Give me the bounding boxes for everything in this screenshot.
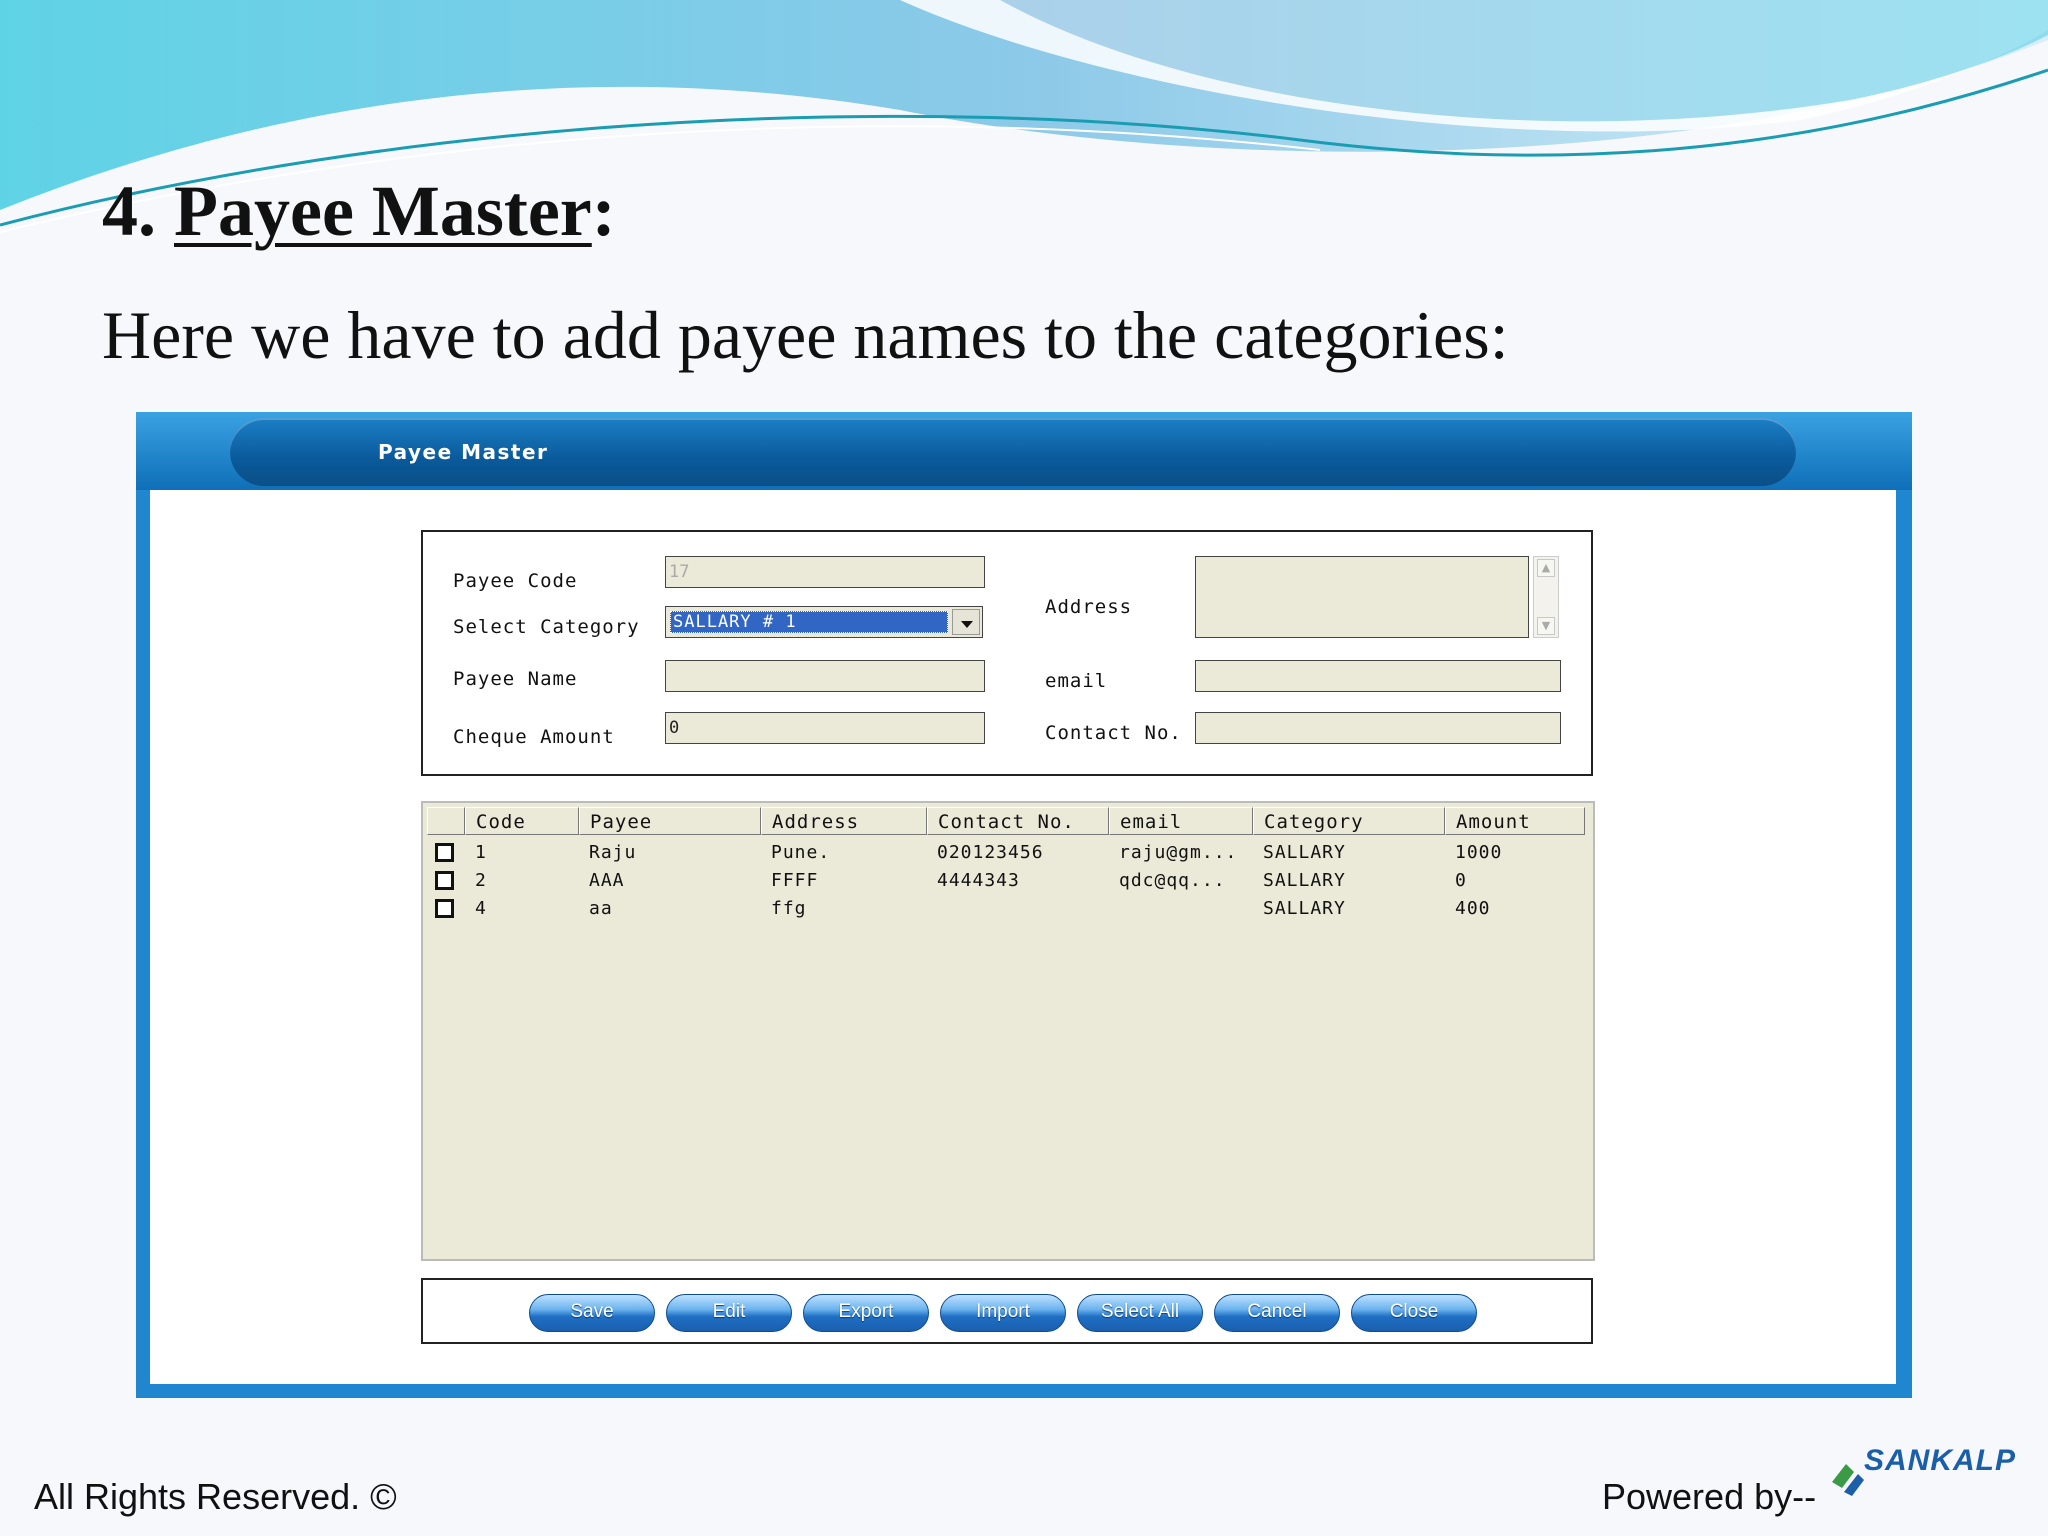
- export-button[interactable]: Export: [803, 1294, 929, 1332]
- import-button[interactable]: Import: [940, 1294, 1066, 1332]
- slide-subtitle: Here we have to add payee names to the c…: [102, 297, 1509, 373]
- row-checkbox[interactable]: [435, 899, 454, 918]
- cell-email: raju@gm...: [1119, 842, 1238, 863]
- category-select[interactable]: SALLARY # 1: [665, 606, 983, 638]
- payee-name-label: Payee Name: [453, 668, 578, 690]
- contact-field[interactable]: [1195, 712, 1561, 744]
- cell-amount: 0: [1455, 870, 1467, 891]
- email-label: email: [1045, 670, 1108, 692]
- column-header-amount[interactable]: Amount: [1445, 807, 1585, 835]
- cell-code: 4: [475, 898, 487, 919]
- footer-copyright: All Rights Reserved. ©: [34, 1476, 397, 1517]
- select-all-button[interactable]: Select All: [1077, 1294, 1203, 1332]
- table-row[interactable]: 2 AAA FFFF 4444343 qdc@qq... SALLARY 0: [423, 867, 1595, 895]
- window-titlebar: Payee Master: [136, 412, 1912, 490]
- column-header-category[interactable]: Category: [1253, 807, 1445, 835]
- slide-title-text: Payee Master: [174, 171, 592, 251]
- cell-code: 2: [475, 870, 487, 891]
- row-checkbox[interactable]: [435, 843, 454, 862]
- cell-amount: 400: [1455, 898, 1491, 919]
- column-header-payee[interactable]: Payee: [579, 807, 761, 835]
- save-button[interactable]: Save: [529, 1294, 655, 1332]
- header-checkbox-column[interactable]: [427, 807, 465, 835]
- cancel-button[interactable]: Cancel: [1214, 1294, 1340, 1332]
- cell-category: SALLARY: [1263, 842, 1346, 863]
- footer-powered-by: Powered by--: [1602, 1476, 1817, 1517]
- action-bar: Save Edit Export Import Select All Cance…: [421, 1278, 1593, 1344]
- payee-code-field[interactable]: 17: [665, 556, 985, 588]
- cell-amount: 1000: [1455, 842, 1503, 863]
- column-header-code[interactable]: Code: [465, 807, 579, 835]
- table-row[interactable]: 1 Raju Pune. 020123456 raju@gm... SALLAR…: [423, 839, 1595, 867]
- column-header-address[interactable]: Address: [761, 807, 927, 835]
- cell-payee: aa: [589, 898, 613, 919]
- chevron-down-icon[interactable]: [952, 609, 980, 635]
- edit-button[interactable]: Edit: [666, 1294, 792, 1332]
- payee-grid: Code Payee Address Contact No. email Cat…: [421, 801, 1595, 1261]
- cell-contact: 4444343: [937, 870, 1020, 891]
- close-button[interactable]: Close: [1351, 1294, 1477, 1332]
- title-pill: Payee Master: [230, 418, 1796, 486]
- cell-contact: 020123456: [937, 842, 1044, 863]
- address-textarea[interactable]: [1195, 556, 1529, 638]
- cell-email: qdc@qq...: [1119, 870, 1226, 891]
- scroll-down-icon[interactable]: ▼: [1537, 617, 1555, 635]
- cell-address: Pune.: [771, 842, 831, 863]
- cheque-amount-label: Cheque Amount: [453, 726, 615, 748]
- cell-payee: Raju: [589, 842, 637, 863]
- cell-category: SALLARY: [1263, 870, 1346, 891]
- category-selected-value: SALLARY # 1: [670, 611, 948, 633]
- cell-code: 1: [475, 842, 487, 863]
- scroll-up-icon[interactable]: ▲: [1537, 559, 1555, 577]
- payee-name-field[interactable]: [665, 660, 985, 692]
- address-label: Address: [1045, 596, 1133, 618]
- payee-form: Payee Code 17 Select Category SALLARY # …: [421, 530, 1593, 776]
- grid-header: Code Payee Address Contact No. email Cat…: [423, 803, 1595, 837]
- payee-code-label: Payee Code: [453, 570, 578, 592]
- column-header-email[interactable]: email: [1109, 807, 1253, 835]
- contact-label: Contact No.: [1045, 722, 1182, 744]
- row-checkbox[interactable]: [435, 871, 454, 890]
- window-title: Payee Master: [378, 440, 549, 464]
- logo-text: SANKALP: [1864, 1444, 2017, 1477]
- email-field[interactable]: [1195, 660, 1561, 692]
- slide-number: 4.: [102, 171, 174, 251]
- slide-title-colon: :: [591, 171, 616, 251]
- select-category-label: Select Category: [453, 616, 640, 638]
- cell-address: ffg: [771, 898, 807, 919]
- cell-category: SALLARY: [1263, 898, 1346, 919]
- slide-title: 4. Payee Master:: [102, 170, 616, 253]
- table-row[interactable]: 4 aa ffg SALLARY 400: [423, 895, 1595, 923]
- address-scrollbar[interactable]: ▲ ▼: [1533, 556, 1559, 638]
- column-header-contact[interactable]: Contact No.: [927, 807, 1109, 835]
- cheque-amount-field[interactable]: 0: [665, 712, 985, 744]
- cell-address: FFFF: [771, 870, 819, 891]
- cell-payee: AAA: [589, 870, 625, 891]
